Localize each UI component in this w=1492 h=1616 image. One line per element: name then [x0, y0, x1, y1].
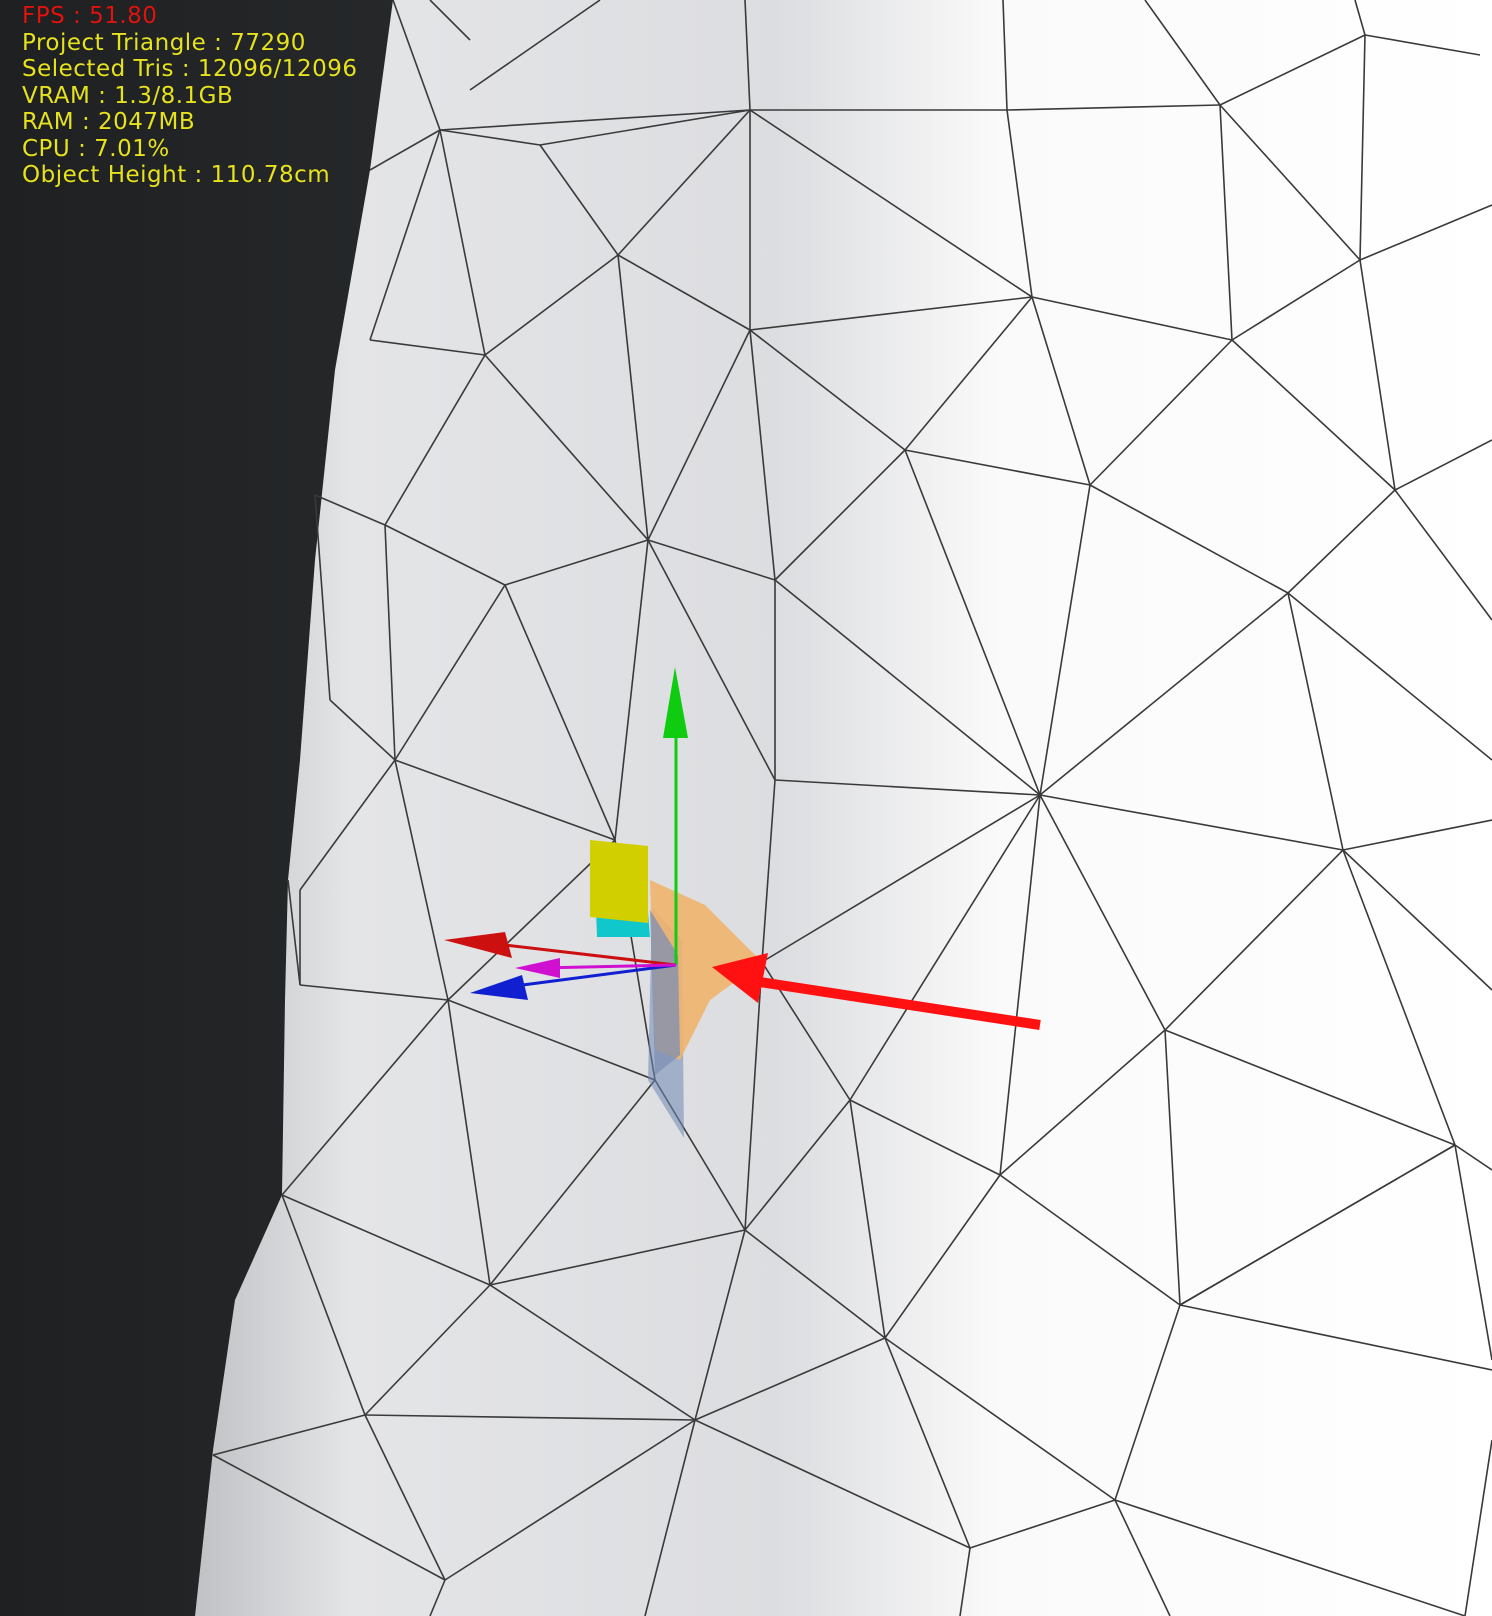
stat-label: Project Triangle [22, 29, 207, 56]
stat-label: Object Height [22, 162, 187, 188]
fps-label: FPS [22, 3, 66, 29]
viewport-canvas[interactable] [0, 0, 1492, 1616]
stat-selected-tris: Selected Tris : 12096/12096 [22, 56, 358, 82]
3d-viewport[interactable]: FPS : 51.80 Project Triangle : 77290 Sel… [0, 0, 1492, 1616]
stat-value: 77290 [230, 29, 306, 56]
gizmo-xy-plane-handle[interactable] [590, 840, 648, 923]
stats-overlay: FPS : 51.80 Project Triangle : 77290 Sel… [22, 3, 357, 189]
stat-value: 1.3/8.1GB [114, 82, 234, 109]
mesh-surface [195, 0, 1492, 1616]
stat-value: 12096/12096 [197, 56, 358, 82]
stat-label: RAM [22, 109, 75, 135]
stat-object-height: Object Height : 110.78cm [22, 162, 331, 188]
stat-project-triangle: Project Triangle : 77290 [22, 29, 306, 56]
stat-value: 2047MB [98, 109, 196, 135]
stat-label: VRAM [22, 82, 91, 109]
stat-value: 110.78cm [210, 162, 331, 188]
stat-label: Selected Tris [22, 56, 175, 82]
stat-value: 7.01% [94, 135, 170, 162]
fps-value: 51.80 [89, 3, 158, 29]
fps-readout: FPS : 51.80 [22, 3, 158, 29]
stat-label: CPU [22, 135, 71, 162]
stat-ram: RAM : 2047MB [22, 109, 196, 135]
stat-cpu: CPU : 7.01% [22, 135, 170, 162]
stat-vram: VRAM : 1.3/8.1GB [22, 82, 234, 109]
